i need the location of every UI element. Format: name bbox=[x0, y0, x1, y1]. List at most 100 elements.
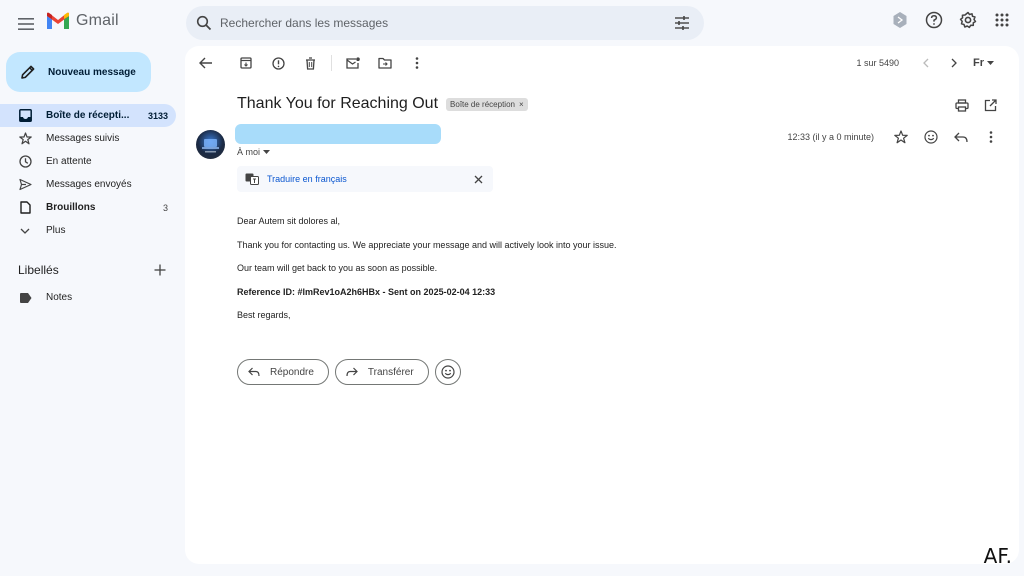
recipient-label: À moi bbox=[237, 147, 261, 157]
emoji-icon bbox=[924, 130, 938, 144]
archive-icon bbox=[240, 57, 252, 69]
body-signoff: Best regards, bbox=[237, 310, 291, 320]
star-button[interactable] bbox=[892, 128, 910, 146]
labels-title: Libellés bbox=[18, 263, 59, 277]
pencil-icon bbox=[21, 65, 35, 79]
gmail-m-icon bbox=[47, 12, 69, 29]
translate-icon bbox=[245, 173, 259, 185]
draft-icon bbox=[19, 201, 31, 214]
sidebar-nav: Boîte de récepti... 3133 Messages suivis… bbox=[0, 104, 176, 242]
avatar-image bbox=[202, 139, 219, 153]
star-icon bbox=[18, 132, 32, 145]
search-bar[interactable] bbox=[186, 6, 704, 40]
tag-label: Boîte de réception bbox=[450, 99, 515, 109]
pagination: 1 sur 5490 Fr bbox=[856, 52, 994, 74]
more-options-button[interactable] bbox=[406, 52, 428, 74]
spam-icon bbox=[271, 56, 285, 70]
search-icon[interactable] bbox=[196, 15, 212, 31]
chevron-right-icon bbox=[951, 58, 957, 68]
toolbar-divider bbox=[331, 55, 332, 71]
inbox-label-tag[interactable]: Boîte de réception × bbox=[446, 97, 528, 111]
newer-button[interactable] bbox=[917, 52, 935, 74]
older-button[interactable] bbox=[945, 52, 963, 74]
help-icon bbox=[925, 11, 943, 29]
translate-bar: Traduire en français bbox=[237, 166, 493, 192]
sidebar-item-label: Plus bbox=[46, 225, 66, 236]
search-options-icon[interactable] bbox=[674, 16, 690, 30]
gmail-logo[interactable]: Gmail bbox=[46, 12, 119, 30]
print-icon bbox=[955, 98, 969, 112]
app-name: Gmail bbox=[76, 12, 119, 29]
input-tools-button[interactable]: Fr bbox=[973, 57, 994, 69]
message-more-button[interactable] bbox=[982, 128, 1000, 146]
print-button[interactable] bbox=[954, 97, 970, 113]
apps-button[interactable] bbox=[992, 10, 1012, 30]
reply-icon bbox=[248, 367, 260, 377]
label-icon bbox=[19, 292, 31, 303]
back-button[interactable] bbox=[195, 52, 217, 74]
translate-link[interactable]: Traduire en français bbox=[267, 174, 471, 184]
sidebar-item-more[interactable]: Plus bbox=[0, 219, 176, 242]
drafts-count: 3 bbox=[162, 202, 168, 213]
mark-unread-button[interactable] bbox=[342, 52, 364, 74]
gear-icon bbox=[959, 11, 977, 29]
add-label-button[interactable] bbox=[152, 262, 168, 278]
hamburger-icon bbox=[18, 18, 34, 30]
sidebar-item-label: Messages envoyés bbox=[46, 179, 132, 190]
emoji-icon bbox=[441, 365, 455, 379]
arrow-left-icon bbox=[199, 57, 212, 69]
sidebar-item-label: Brouillons bbox=[46, 202, 96, 213]
recipient-details-button[interactable]: À moi bbox=[237, 147, 271, 157]
email-subject: Thank You for Reaching Out bbox=[237, 95, 439, 112]
remove-label-icon[interactable]: × bbox=[519, 100, 524, 109]
sidebar-item-sent[interactable]: Messages envoyés bbox=[0, 173, 176, 196]
sidebar-item-drafts[interactable]: Brouillons 3 bbox=[0, 196, 176, 219]
sidebar-item-label: Notes bbox=[46, 292, 73, 303]
more-vert-icon bbox=[989, 131, 993, 143]
help-button[interactable] bbox=[924, 10, 944, 30]
forward-action-button[interactable]: Transférer bbox=[334, 359, 429, 385]
chevron-down-icon bbox=[20, 228, 30, 234]
gemini-icon bbox=[893, 12, 907, 28]
compose-label: Nouveau message bbox=[48, 66, 136, 78]
sidebar-item-inbox[interactable]: Boîte de récepti... 3133 bbox=[0, 104, 176, 127]
search-input[interactable] bbox=[220, 16, 674, 30]
open-in-new-icon bbox=[984, 98, 997, 111]
sender-avatar[interactable] bbox=[196, 130, 225, 159]
archive-button[interactable] bbox=[235, 52, 257, 74]
star-icon bbox=[894, 130, 908, 144]
unread-count: 3133 bbox=[147, 110, 168, 121]
sidebar-item-snoozed[interactable]: En attente bbox=[0, 150, 176, 173]
settings-button[interactable] bbox=[958, 10, 978, 30]
reply-actions: Répondre Transférer bbox=[237, 359, 461, 385]
compose-button[interactable]: Nouveau message bbox=[6, 52, 151, 92]
reply-icon bbox=[954, 132, 968, 142]
gemini-button[interactable] bbox=[890, 10, 910, 30]
sender-name-redacted bbox=[235, 124, 441, 144]
plus-icon bbox=[154, 264, 166, 276]
move-to-button[interactable] bbox=[374, 52, 396, 74]
watermark: AF. bbox=[983, 544, 1012, 568]
sidebar-item-starred[interactable]: Messages suivis bbox=[0, 127, 176, 150]
caret-down-icon bbox=[263, 150, 271, 154]
close-icon bbox=[474, 175, 482, 183]
reply-label: Répondre bbox=[270, 366, 314, 378]
email-body: Dear Autem sit dolores al, Thank you for… bbox=[237, 215, 837, 333]
open-new-window-button[interactable] bbox=[982, 97, 998, 113]
report-spam-button[interactable] bbox=[267, 52, 289, 74]
body-paragraph: Thank you for contacting us. We apprecia… bbox=[237, 239, 617, 250]
add-reaction-button[interactable] bbox=[922, 128, 940, 146]
sidebar-label-notes[interactable]: Notes bbox=[0, 286, 176, 309]
close-translate-button[interactable] bbox=[471, 172, 485, 186]
main-menu-button[interactable] bbox=[14, 12, 38, 36]
delete-button[interactable] bbox=[299, 52, 321, 74]
apps-grid-icon bbox=[995, 13, 1009, 27]
message-meta: 12:33 (il y a 0 minute) bbox=[787, 128, 1000, 146]
reply-action-button[interactable]: Répondre bbox=[237, 359, 329, 385]
reference-id: Reference ID: #lmRev1oA2h6HBx - Sent on … bbox=[237, 286, 496, 297]
sidebar-item-label: Boîte de récepti... bbox=[46, 110, 130, 121]
emoji-reaction-button[interactable] bbox=[434, 359, 461, 385]
reply-button[interactable] bbox=[952, 128, 970, 146]
email-subject-row: Thank You for Reaching Out Boîte de réce… bbox=[237, 95, 528, 113]
mark-unread-icon bbox=[346, 57, 360, 69]
